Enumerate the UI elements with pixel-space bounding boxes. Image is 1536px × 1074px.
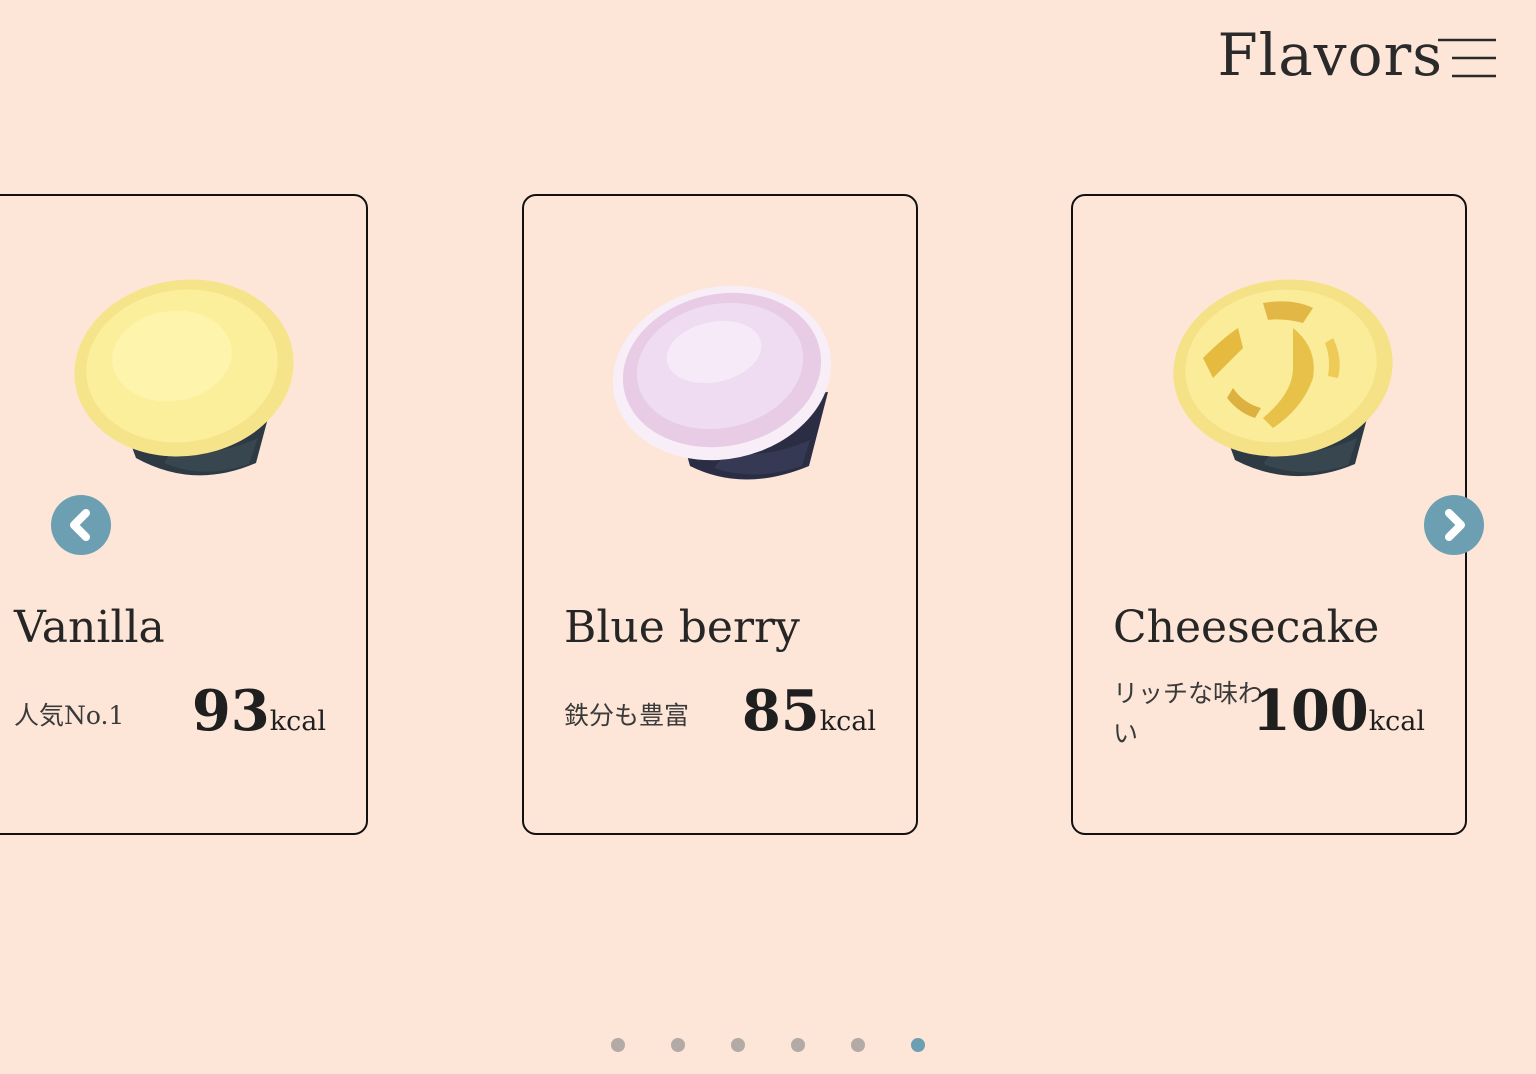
flavor-note: リッチな味わい <box>1113 679 1264 748</box>
pagination-dot-1[interactable] <box>611 1038 625 1052</box>
blueberry-cup-image <box>612 285 832 480</box>
flavor-card-cheesecake[interactable]: Cheesecake リッチな味わい 100kcal <box>1071 194 1467 835</box>
calorie-unit: kcal <box>1368 706 1425 737</box>
pagination-dot-5[interactable] <box>851 1038 865 1052</box>
calorie-unit: kcal <box>269 706 326 737</box>
calorie-value: 93kcal <box>192 683 326 739</box>
flavor-carousel: Vanilla 人気No.1 93kcal Blue berry 鉄分も豊富 8… <box>0 0 1536 1074</box>
calorie-value: 85kcal <box>742 683 876 739</box>
flavor-note: 人気No.1 <box>14 701 125 730</box>
chevron-right-icon <box>1445 509 1465 541</box>
flavor-card-blueberry[interactable]: Blue berry 鉄分も豊富 85kcal <box>522 194 918 835</box>
flavor-name: Blue berry <box>564 602 800 653</box>
cheesecake-cup-image <box>1173 279 1393 477</box>
pagination-dot-3[interactable] <box>731 1038 745 1052</box>
calorie-number: 85 <box>741 678 820 744</box>
carousel-prev-button[interactable] <box>51 495 111 555</box>
calorie-value: 100kcal <box>1252 683 1425 739</box>
carousel-pagination <box>0 1038 1536 1054</box>
flavor-note: 鉄分も豊富 <box>564 701 690 730</box>
pagination-dot-2[interactable] <box>671 1038 685 1052</box>
carousel-next-button[interactable] <box>1424 495 1484 555</box>
calorie-number: 100 <box>1251 678 1369 744</box>
flavor-name: Vanilla <box>14 602 165 653</box>
pagination-dot-4[interactable] <box>791 1038 805 1052</box>
calorie-number: 93 <box>191 678 270 744</box>
chevron-left-icon <box>70 509 90 541</box>
pagination-dot-6[interactable] <box>911 1038 925 1052</box>
flavor-name: Cheesecake <box>1113 602 1380 653</box>
vanilla-cup-image <box>74 279 294 476</box>
calorie-unit: kcal <box>819 706 876 737</box>
